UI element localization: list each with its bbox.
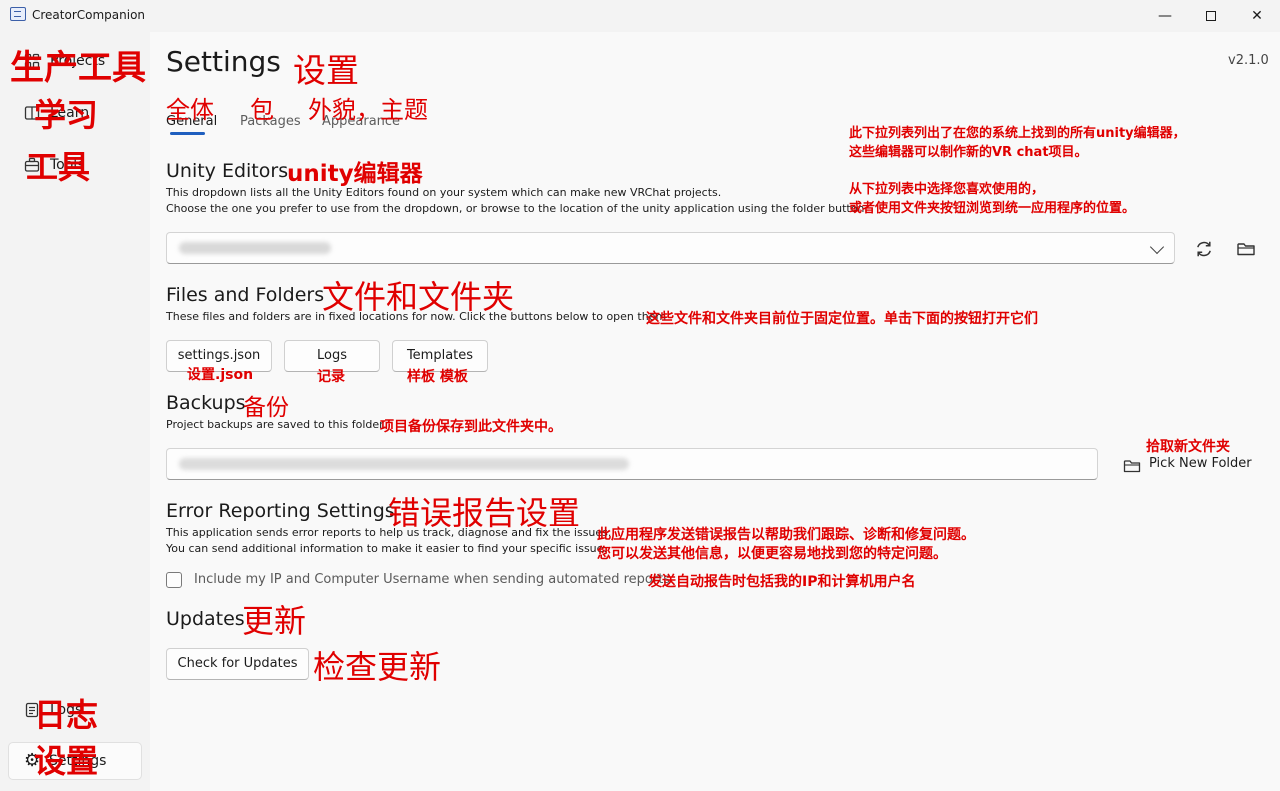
annotation-tools: 工具 [26, 148, 91, 186]
refresh-button[interactable] [1190, 236, 1218, 262]
annotation-templates: 样板 模板 [407, 369, 468, 385]
annotation-backups-title: 备份 [243, 395, 289, 421]
annotation-unity-editors-title: unity编辑器 [287, 161, 423, 187]
chevron-down-icon [1149, 239, 1165, 255]
backups-description: Project backups are saved to this folder… [166, 418, 387, 431]
annotation-settings: 设置 [34, 742, 99, 780]
include-ip-checkbox-label: Include my IP and Computer Username when… [194, 572, 671, 587]
files-folders-description: These files and folders are in fixed loc… [166, 310, 667, 323]
folder-icon [1123, 460, 1141, 473]
error-reporting-description-1: This application sends error reports to … [166, 526, 612, 539]
annotation-unity-desc-3: 从下拉列表中选择您喜欢使用的， [849, 182, 1045, 197]
page-title: Settings [166, 45, 281, 78]
updates-title: Updates [166, 608, 245, 630]
annotation-tab-general: 全体 [166, 96, 214, 124]
annotation-unity-desc-2: 这些编辑器可以制作新的VR chat项目。 [849, 145, 1088, 160]
annotation-pick-folder: 拾取新文件夹 [1146, 439, 1230, 455]
version-label: v2.1.0 [1228, 53, 1269, 68]
folder-icon [1237, 243, 1255, 256]
annotation-learn: 学习 [34, 96, 99, 134]
unity-editors-description-2: Choose the one you prefer to use from th… [166, 202, 868, 215]
close-button[interactable]: ✕ [1234, 0, 1280, 32]
annotation-check-updates: 检查更新 [313, 648, 442, 686]
unity-editor-dropdown[interactable] [166, 232, 1175, 264]
annotation-files-folders-desc: 这些文件和文件夹目前位于固定位置。单击下面的按钮打开它们 [646, 311, 1038, 327]
browse-folder-button[interactable] [1236, 236, 1262, 262]
annotation-updates-title: 更新 [242, 602, 307, 640]
unity-editors-title: Unity Editors [166, 160, 289, 182]
window-title: CreatorCompanion [32, 8, 146, 22]
annotation-settings-json: 设置.json [187, 367, 254, 383]
include-ip-checkbox[interactable] [166, 572, 182, 588]
main-content: Settings 设置 v2.1.0 General Packages Appe… [150, 32, 1280, 791]
error-reporting-title: Error Reporting Settings [166, 500, 395, 522]
annotation-logs: 记录 [317, 369, 345, 385]
annotation-include-ip: 发送自动报告时包括我的IP和计算机用户名 [648, 574, 916, 590]
maximize-icon [1206, 11, 1216, 21]
annotation-tab-packages: 包 [250, 96, 274, 124]
backup-folder-path-field[interactable] [166, 448, 1098, 480]
annotation-page-title: 设置 [293, 51, 359, 90]
annotation-projects: 生产工具 [10, 48, 146, 88]
annotation-logs: 日志 [34, 696, 99, 734]
check-for-updates-button[interactable]: Check for Updates [166, 648, 309, 680]
app-logo-icon [10, 7, 26, 21]
unity-editor-path-value [179, 242, 331, 254]
annotation-tab-appearance: 外貌，主题 [308, 96, 428, 124]
backup-folder-path-value [179, 458, 629, 470]
refresh-icon [1197, 241, 1211, 257]
annotation-error-desc-2: 您可以发送其他信息，以便更容易地找到您的特定问题。 [597, 546, 947, 562]
maximize-button[interactable] [1188, 0, 1234, 32]
error-reporting-description-2: You can send additional information to m… [166, 542, 607, 555]
files-folders-title: Files and Folders [166, 284, 325, 306]
annotation-backups-desc: 项目备份保存到此文件夹中。 [380, 419, 562, 435]
title-bar: CreatorCompanion — ✕ [0, 0, 1280, 32]
annotation-error-desc-1: 此应用程序发送错误报告以帮助我们跟踪、诊断和修复问题。 [597, 527, 975, 543]
annotation-unity-desc-4: 或者使用文件夹按钮浏览到统一应用程序的位置。 [849, 201, 1136, 216]
sidebar: Projects Learn Tools Logs ⚙ Settings 生产工… [0, 32, 150, 791]
minimize-button[interactable]: — [1142, 0, 1188, 32]
backups-title: Backups [166, 392, 246, 414]
unity-editors-description-1: This dropdown lists all the Unity Editor… [166, 186, 722, 199]
annotation-unity-desc-1: 此下拉列表列出了在您的系统上找到的所有unity编辑器， [849, 126, 1186, 141]
pick-new-folder-label: Pick New Folder [1149, 456, 1252, 471]
